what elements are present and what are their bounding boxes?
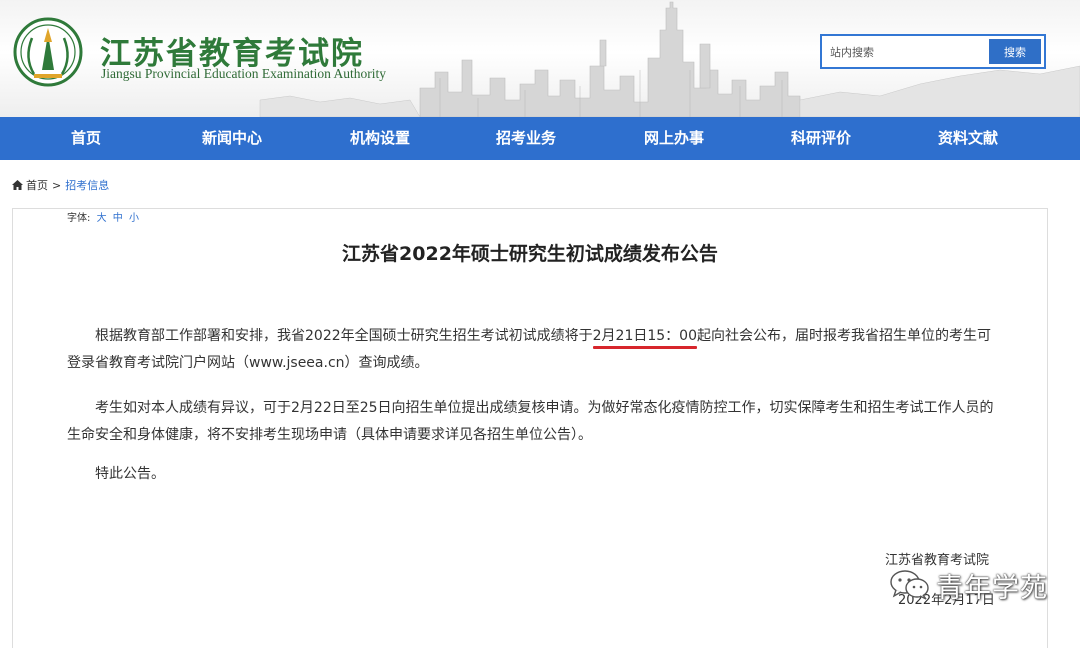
nav-item-documents[interactable]: 资料文献 [908, 117, 1028, 160]
nav-item-news[interactable]: 新闻中心 [172, 117, 292, 160]
article-paragraph-1: 根据教育部工作部署和安排，我省2022年全国硕士研究生招生考试初试成绩将于2月2… [67, 323, 999, 377]
search-box: 搜索 [820, 34, 1046, 69]
institute-logo-icon [13, 17, 83, 87]
nav-item-research[interactable]: 科研评价 [761, 117, 881, 160]
highlighted-release-time: 2月21日15：00 [592, 328, 697, 349]
paragraph-1-text-start: 根据教育部工作部署和安排，我省2022年全国硕士研究生招生考试初试成绩将于 [95, 328, 593, 344]
nav-item-home[interactable]: 首页 [26, 117, 146, 160]
watermark-text: 青年学苑 [936, 572, 1048, 604]
article-paragraph-3: 特此公告。 [95, 466, 165, 482]
wechat-watermark: 青年学苑 [888, 565, 1048, 605]
article-title: 江苏省2022年硕士研究生初试成绩发布公告 [342, 243, 718, 265]
site-header: 江苏省教育考试院 Jiangsu Provincial Education Ex… [0, 0, 1080, 117]
font-size-medium-link[interactable]: 中 [113, 213, 123, 224]
font-size-small-link[interactable]: 小 [129, 213, 139, 224]
nav-item-organization[interactable]: 机构设置 [320, 117, 440, 160]
font-size-selector: 字体: 大 中 小 [67, 209, 139, 224]
font-size-large-link[interactable]: 大 [97, 213, 107, 224]
release-time-text: 2月21日15：00 [592, 328, 697, 344]
site-title-english: Jiangsu Provincial Education Examination… [101, 66, 386, 81]
main-nav: 首页 新闻中心 机构设置 招考业务 网上办事 科研评价 资料文献 [0, 117, 1080, 160]
home-icon [12, 180, 23, 190]
breadcrumb-current-link[interactable]: 招考信息 [65, 177, 109, 193]
search-button[interactable]: 搜索 [989, 39, 1041, 64]
font-size-label: 字体: [67, 213, 91, 224]
breadcrumb-separator: > [52, 178, 62, 192]
breadcrumb: 首页 > 招考信息 [12, 177, 109, 193]
red-underline-annotation [592, 346, 697, 349]
nav-item-admissions[interactable]: 招考业务 [466, 117, 586, 160]
search-input[interactable] [828, 40, 992, 65]
wechat-icon [890, 570, 929, 600]
nav-item-online-services[interactable]: 网上办事 [614, 117, 734, 160]
article-paragraph-2: 考生如对本人成绩有异议，可于2月22日至25日向招生单位提出成绩复核申请。为做好… [67, 400, 994, 443]
breadcrumb-home-link[interactable]: 首页 [26, 177, 48, 193]
